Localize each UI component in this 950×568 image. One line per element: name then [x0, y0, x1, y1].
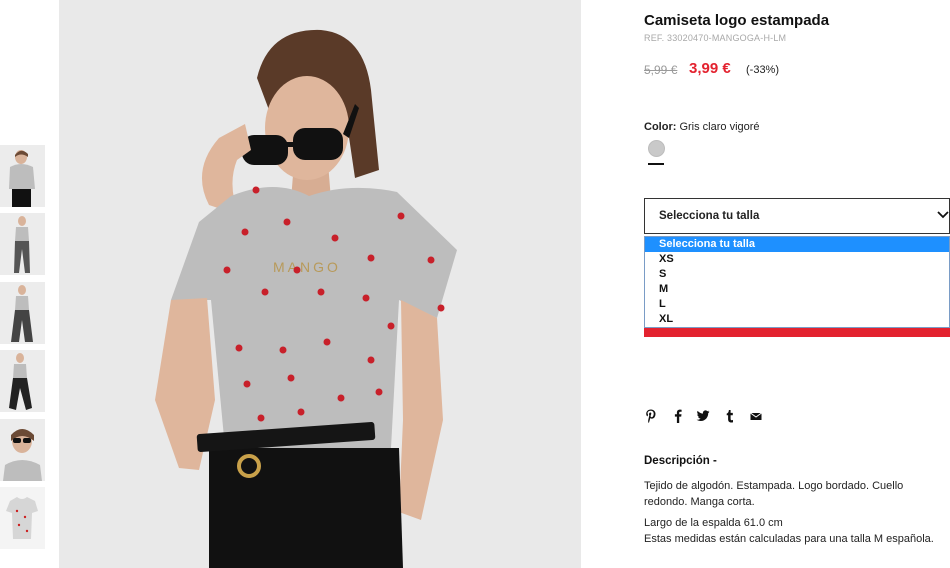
thumbnail-6[interactable] — [0, 487, 45, 549]
size-select-label: Selecciona tu talla — [659, 210, 760, 222]
color-info: Color: Gris claro vigoré — [644, 121, 760, 133]
size-option-m[interactable]: M — [645, 282, 949, 297]
sale-price: 3,99 € — [689, 60, 731, 77]
tumblr-icon[interactable] — [723, 408, 737, 424]
email-icon[interactable] — [749, 408, 763, 424]
size-select[interactable]: Selecciona tu talla — [644, 198, 950, 234]
product-reference: REF. 33020470-MANGOGA-H-LM — [644, 33, 787, 43]
color-label: Color: — [644, 121, 677, 133]
product-main-image: MANGO — [59, 0, 581, 568]
color-value: Gris claro vigoré — [679, 121, 760, 133]
size-option-l[interactable]: L — [645, 297, 949, 312]
measure-note: Estas medidas están calculadas para una … — [644, 533, 934, 545]
chevron-down-icon — [937, 211, 949, 219]
size-options-list: Selecciona tu talla XS S M L XL — [644, 236, 950, 328]
size-option-s[interactable]: S — [645, 267, 949, 282]
pinterest-icon[interactable] — [644, 408, 658, 424]
back-length: Largo de la espalda 61.0 cm — [644, 517, 783, 529]
thumbnail-5[interactable] — [0, 419, 45, 481]
size-option-xs[interactable]: XS — [645, 252, 949, 267]
thumbnail-3[interactable] — [0, 282, 45, 344]
size-option-xl[interactable]: XL — [645, 312, 949, 327]
thumbnail-1[interactable] — [0, 145, 45, 207]
thumbnail-4[interactable] — [0, 350, 45, 412]
add-to-bag-bar[interactable] — [644, 328, 950, 337]
product-info-panel: Camiseta logo estampada REF. 33020470-MA… — [644, 0, 950, 568]
original-price: 5,99 € — [644, 63, 678, 77]
thumbnail-2[interactable] — [0, 213, 45, 275]
shirt-logo-print: MANGO — [273, 259, 341, 275]
color-swatch-gris-claro[interactable] — [648, 140, 665, 157]
facebook-icon[interactable] — [671, 408, 685, 424]
twitter-icon[interactable] — [696, 408, 710, 424]
discount-badge: (-33%) — [746, 64, 780, 76]
product-title: Camiseta logo estampada — [644, 12, 830, 29]
swatch-selected-indicator — [648, 163, 664, 165]
size-option-placeholder[interactable]: Selecciona tu talla — [645, 237, 949, 252]
description-body: Tejido de algodón. Estampada. Logo borda… — [644, 480, 904, 508]
description-heading[interactable]: Descripción - — [644, 455, 717, 467]
